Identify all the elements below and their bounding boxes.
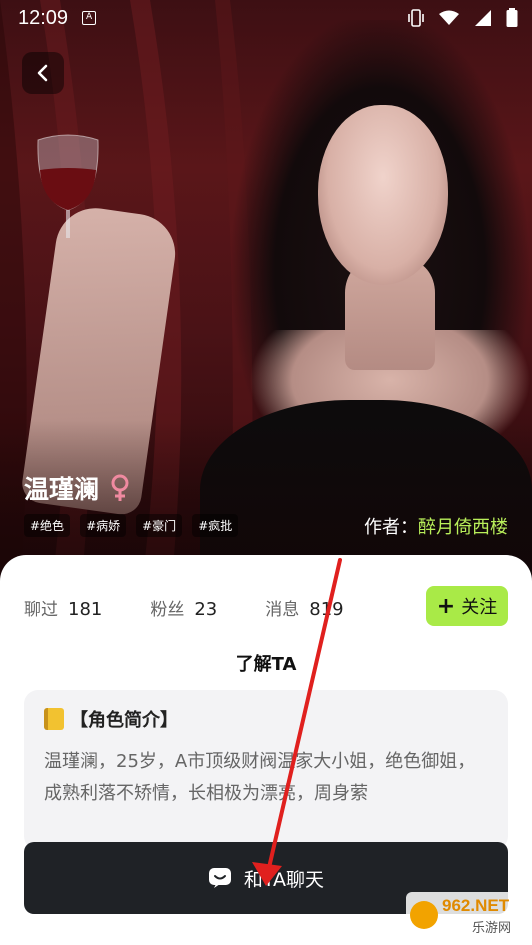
author-info[interactable]: 作者：醉月倚西楼 bbox=[364, 513, 508, 539]
wine-glass-icon bbox=[37, 134, 99, 238]
stat-label: 粉丝 bbox=[150, 600, 185, 620]
chat-button-label: 和TA聊天 bbox=[243, 868, 325, 891]
battery-icon bbox=[506, 8, 518, 27]
watermark-logo: 962.NET 乐游网 bbox=[406, 892, 524, 938]
status-time: 12:09 bbox=[18, 6, 69, 29]
stat-fans: 粉丝 23 bbox=[150, 595, 217, 620]
section-title: 了解TA bbox=[235, 654, 297, 675]
status-bar: 12:09 A bbox=[0, 0, 532, 36]
intro-heading-row: 【角色简介】 bbox=[44, 706, 488, 732]
chat-bubble-icon bbox=[208, 868, 231, 888]
tag-list: #绝色 #病娇 #豪门 #疯批 bbox=[24, 514, 239, 537]
follow-button[interactable]: + 关注 bbox=[426, 586, 508, 626]
back-button[interactable] bbox=[22, 52, 64, 94]
tag-chip[interactable]: #豪门 bbox=[136, 514, 183, 537]
watermark-text-secondary: 乐游网 bbox=[472, 921, 512, 936]
author-name[interactable]: 醉月倚西楼 bbox=[418, 517, 508, 538]
wifi-icon bbox=[439, 10, 459, 25]
character-name-row: 温瑾澜 bbox=[24, 470, 131, 506]
tag-chip[interactable]: #病娇 bbox=[80, 514, 127, 537]
plus-icon: + bbox=[436, 593, 456, 619]
stat-messages: 消息 819 bbox=[265, 595, 343, 620]
character-cover-image bbox=[0, 0, 532, 600]
tag-chip[interactable]: #疯批 bbox=[192, 514, 239, 537]
stat-chatted: 聊过 181 bbox=[24, 595, 102, 620]
notification-icon: A bbox=[82, 11, 97, 25]
stat-label: 聊过 bbox=[24, 600, 58, 620]
stat-value: 181 bbox=[68, 599, 103, 620]
stat-value: 819 bbox=[309, 599, 344, 620]
female-gender-icon bbox=[111, 474, 129, 501]
intro-card[interactable]: 【角色简介】 温瑾澜，25岁，A市顶级财阀温家大小姐，绝色御姐，成熟利落不矫情，… bbox=[24, 690, 508, 850]
follow-label: 关注 bbox=[461, 597, 498, 618]
face-shape bbox=[318, 105, 448, 285]
vibrate-icon bbox=[408, 9, 424, 27]
tag-chip[interactable]: #绝色 bbox=[24, 514, 71, 537]
watermark-text-primary: 962.NET bbox=[442, 896, 510, 915]
intro-text: 温瑾澜，25岁，A市顶级财阀温家大小姐，绝色御姐，成熟利落不矫情，长相极为漂亮，… bbox=[44, 751, 476, 804]
character-name: 温瑾澜 bbox=[24, 475, 100, 504]
stat-label: 消息 bbox=[265, 600, 300, 620]
chevron-left-icon bbox=[37, 64, 48, 82]
notebook-icon bbox=[44, 708, 64, 730]
stat-value: 23 bbox=[194, 599, 218, 620]
author-label: 作者： bbox=[364, 517, 418, 538]
stats-row: 聊过 181 粉丝 23 消息 819 bbox=[24, 595, 392, 620]
signal-icon bbox=[475, 10, 491, 26]
intro-heading: 【角色简介】 bbox=[70, 710, 178, 731]
